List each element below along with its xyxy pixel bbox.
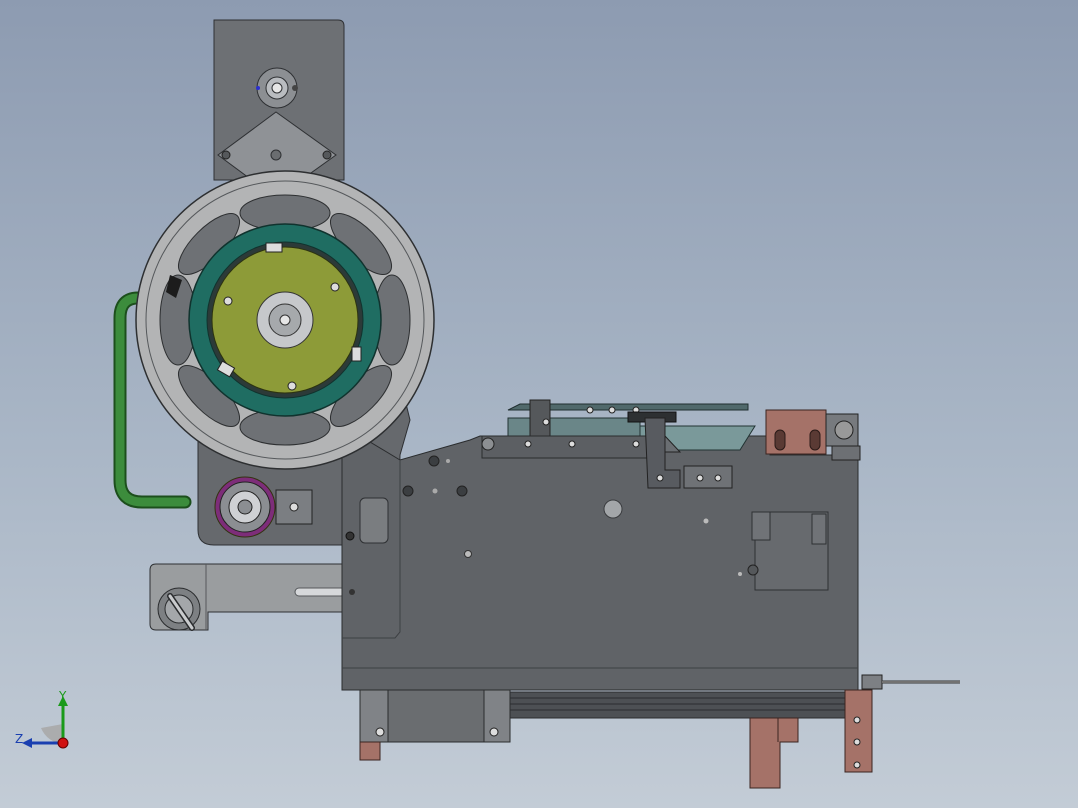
feeder-assembly-model[interactable]: [0, 0, 1078, 808]
tape-reel[interactable]: [135, 170, 435, 470]
output-bracket-right: [844, 689, 873, 773]
output-bracket-left: [749, 717, 799, 789]
y-axis-label: Y: [59, 689, 67, 703]
orientation-triad: [22, 696, 69, 749]
z-axis-label: Z: [15, 732, 24, 746]
fiber-sensor: [861, 674, 883, 690]
cad-viewport[interactable]: Y Z: [0, 0, 1078, 808]
sensor-hole: [603, 499, 623, 519]
